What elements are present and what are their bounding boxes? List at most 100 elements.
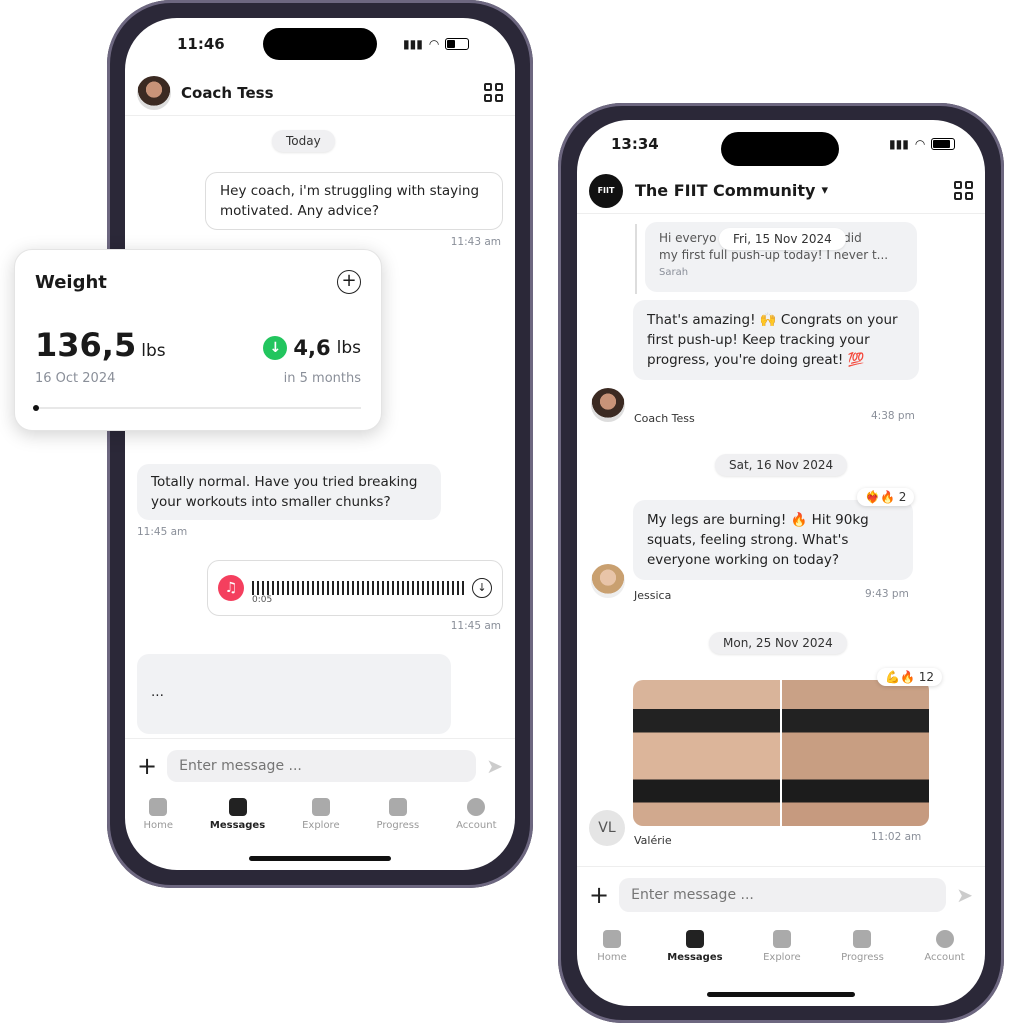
wifi-icon: ◠: [914, 137, 926, 151]
status-time: 11:46: [177, 35, 225, 53]
community-logo: FIIT: [589, 173, 623, 208]
arrow-down-icon: ↓: [263, 336, 288, 360]
valerie-avatar[interactable]: VL: [589, 810, 625, 846]
status-time: 13:34: [611, 135, 659, 153]
nav-label: Account: [456, 820, 497, 831]
before-photo: [633, 680, 780, 826]
bottom-nav: Home Messages Explore Progress Account: [125, 798, 515, 831]
message-bubble: Hey coach, i'm struggling with staying m…: [205, 172, 503, 230]
reaction-badge[interactable]: ❤️‍🔥🔥 2: [857, 488, 915, 506]
date-pill: Today: [272, 130, 335, 152]
message-time: 11:02 am: [871, 831, 922, 843]
nav-account[interactable]: Account: [924, 930, 965, 963]
message-bubble: Totally normal. Have you tried breaking …: [137, 464, 441, 520]
nav-progress[interactable]: Progress: [841, 930, 884, 963]
quote-bar: [635, 224, 637, 294]
reaction-badge[interactable]: 💪🔥 12: [877, 668, 942, 686]
message-time: 11:43 am: [450, 236, 501, 248]
message-input-bar: + ➤: [577, 866, 985, 922]
dynamic-island: [263, 28, 377, 60]
signal-icon: ▮▮▮: [403, 37, 423, 51]
grid-icon[interactable]: [954, 181, 973, 200]
weight-period: in 5 months: [283, 371, 361, 386]
weight-change: 4,6: [293, 336, 331, 360]
signal-icon: ▮▮▮: [889, 137, 909, 151]
reaction-count: 2: [898, 490, 907, 504]
typing-bubble: ...: [137, 654, 451, 734]
progress-icon: [853, 930, 872, 948]
author-name: Coach Tess: [634, 412, 695, 425]
bottom-nav: Home Messages Explore Progress Account: [577, 930, 985, 963]
voice-message[interactable]: ♫ 0:05 ↓: [207, 560, 503, 616]
coach-avatar[interactable]: [591, 388, 625, 422]
message-time: 11:45 am: [450, 620, 501, 632]
message-input[interactable]: [619, 877, 947, 912]
left-phone: 11:46 ▮▮▮ ◠ Coach Tess Today Hey coach, i…: [107, 0, 533, 888]
nav-account[interactable]: Account: [456, 798, 497, 831]
download-icon[interactable]: ↓: [472, 578, 492, 598]
author-name: Valérie: [634, 834, 672, 847]
nav-home[interactable]: Home: [143, 798, 173, 831]
nav-progress[interactable]: Progress: [377, 798, 419, 831]
wifi-icon: ◠: [428, 37, 440, 51]
messages-icon: [228, 798, 247, 816]
battery-icon: [445, 38, 470, 50]
nav-label: Home: [597, 952, 627, 963]
jessica-avatar[interactable]: [591, 564, 625, 598]
nav-label: Explore: [763, 952, 801, 963]
coach-avatar[interactable]: [137, 75, 171, 110]
message-input-bar: + ➤: [125, 738, 515, 792]
music-icon: ♫: [218, 575, 244, 601]
nav-messages[interactable]: Messages: [667, 930, 723, 963]
account-icon: [467, 798, 486, 816]
grid-icon[interactable]: [484, 83, 503, 102]
progress-photo[interactable]: [633, 680, 929, 826]
add-weight-icon[interactable]: +: [337, 270, 361, 294]
reaction-emojis: ❤️‍🔥🔥: [865, 490, 895, 504]
nav-messages[interactable]: Messages: [210, 798, 265, 831]
left-screen: 11:46 ▮▮▮ ◠ Coach Tess Today Hey coach, i…: [125, 18, 515, 870]
chat-title[interactable]: The FIIT Community: [635, 181, 815, 200]
nav-label: Explore: [302, 820, 340, 831]
plus-icon[interactable]: +: [589, 881, 609, 909]
nav-label: Messages: [667, 952, 723, 963]
chat-header: FIIT The FIIT Community ▾: [577, 168, 985, 214]
battery-icon: [931, 138, 956, 150]
nav-explore[interactable]: Explore: [302, 798, 340, 831]
date-pill: Mon, 25 Nov 2024: [709, 632, 847, 654]
chat-header: Coach Tess: [125, 70, 515, 116]
dynamic-island: [721, 132, 839, 166]
weight-progress-dot: [33, 405, 39, 411]
weight-unit: lbs: [141, 341, 166, 361]
quoted-author: Sarah: [659, 267, 689, 278]
message-time: 4:38 pm: [871, 410, 915, 422]
nav-label: Home: [143, 820, 173, 831]
nav-home[interactable]: Home: [597, 930, 627, 963]
message-bubble: My legs are burning! 🔥 Hit 90kg squats, …: [633, 500, 913, 580]
nav-label: Messages: [209, 820, 266, 831]
message-bubble: That's amazing! 🙌 Congrats on your first…: [633, 300, 919, 380]
waveform: [252, 576, 464, 600]
chevron-down-icon[interactable]: ▾: [821, 183, 828, 198]
nav-explore[interactable]: Explore: [763, 930, 801, 963]
home-icon: [149, 798, 168, 816]
weight-value: 136,5: [35, 326, 137, 364]
weight-card[interactable]: Weight + 136,5 lbs 16 Oct 2024 ↓ 4,6 lbs…: [14, 249, 382, 431]
send-icon[interactable]: ➤: [486, 754, 503, 778]
send-icon[interactable]: ➤: [956, 883, 973, 907]
weight-title: Weight: [35, 272, 107, 293]
reaction-emojis: 💪🔥: [885, 670, 915, 684]
explore-icon: [311, 798, 330, 816]
status-icons: ▮▮▮ ◠: [889, 137, 956, 151]
account-icon: [935, 930, 954, 948]
home-icon: [603, 930, 622, 948]
nav-label: Progress: [841, 952, 884, 963]
floating-date-pill: Fri, 15 Nov 2024: [719, 228, 846, 250]
weight-progress-track: [33, 405, 361, 411]
date-pill: Sat, 16 Nov 2024: [715, 454, 848, 476]
messages-icon: [685, 930, 704, 948]
reaction-count: 12: [918, 670, 934, 684]
plus-icon[interactable]: +: [137, 752, 157, 780]
quoted-text: Hi everyo: [659, 231, 717, 245]
message-input[interactable]: [167, 749, 477, 782]
